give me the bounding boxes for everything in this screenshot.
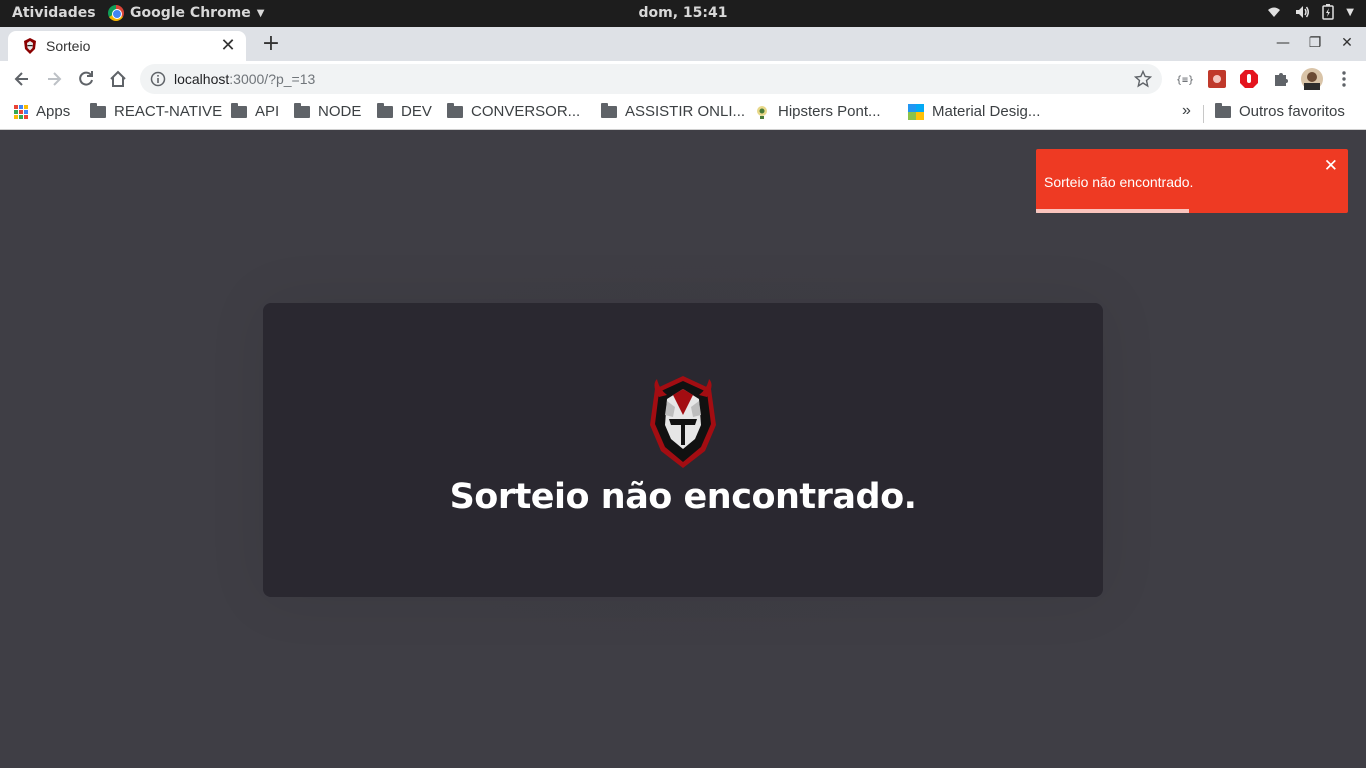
volume-icon <box>1296 6 1310 18</box>
activities-button[interactable]: Atividades <box>12 5 96 21</box>
close-icon[interactable]: ✕ <box>1324 156 1338 176</box>
bookmark-label: Outros favoritos <box>1239 103 1345 120</box>
address-bar[interactable]: localhost:3000/?p_=13 <box>140 64 1162 94</box>
tab-strip: Sorteio ✕ + — ❐ ✕ <box>0 27 1366 61</box>
bookmark-label: Hipsters Pont... <box>778 103 881 120</box>
bookmark-outros-favoritos[interactable]: Outros favoritos <box>1215 103 1345 120</box>
profile-avatar[interactable] <box>1301 68 1323 90</box>
close-tab-icon[interactable]: ✕ <box>220 37 236 55</box>
bookmark-assistir-online[interactable]: ASSISTIR ONLI... <box>601 103 745 120</box>
back-icon[interactable] <box>12 69 32 89</box>
error-toast[interactable]: Sorteio não encontrado. ✕ <box>1036 149 1348 213</box>
bookmark-label: Material Desig... <box>932 103 1041 120</box>
os-top-bar: Atividades Google Chrome ▼ dom, 15:41 ▼ <box>0 0 1366 27</box>
url-text[interactable]: localhost:3000/?p_=13 <box>174 71 315 87</box>
info-icon[interactable] <box>150 71 166 87</box>
adblock-stop-icon[interactable] <box>1239 69 1259 89</box>
folder-icon <box>377 103 393 118</box>
chevron-down-icon: ▼ <box>256 7 265 19</box>
url-path: :3000/?p_=13 <box>229 71 316 87</box>
chevron-down-icon: ▼ <box>1346 6 1354 18</box>
bookmark-label: NODE <box>318 103 362 120</box>
browser-toolbar: localhost:3000/?p_=13 {≡} <box>0 61 1366 97</box>
bookmark-label: API <box>255 103 280 120</box>
home-icon[interactable] <box>108 69 128 89</box>
battery-icon <box>1322 4 1335 20</box>
bookmark-api[interactable]: API <box>231 103 279 120</box>
svg-text:{≡}: {≡} <box>1176 75 1194 86</box>
bookmarks-bar: Apps REACT-NATIVE API NODE DEV CONVERSOR… <box>0 97 1366 130</box>
system-tray[interactable]: ▼ <box>1266 4 1354 20</box>
toast-progress-bar <box>1036 209 1189 213</box>
folder-icon <box>447 103 463 118</box>
chrome-menu-icon[interactable] <box>1334 69 1354 89</box>
bookmark-material-design[interactable]: Material Desig... <box>908 103 1040 120</box>
bookmark-apps[interactable]: Apps <box>14 103 70 120</box>
folder-icon <box>90 103 106 118</box>
folder-icon <box>294 103 310 118</box>
bookmark-dev[interactable]: DEV <box>377 103 432 120</box>
page-content: Sorteio não encontrado. <box>0 131 1366 768</box>
bookmark-label: REACT-NATIVE <box>114 103 223 120</box>
message-card: Sorteio não encontrado. <box>263 303 1103 597</box>
wifi-icon <box>1268 7 1281 17</box>
bookmark-label: CONVERSOR... <box>471 103 581 120</box>
bookmark-label: Apps <box>36 103 71 120</box>
forward-icon[interactable] <box>44 69 64 89</box>
url-host: localhost <box>174 71 230 87</box>
folder-icon <box>601 103 617 118</box>
bookmark-star-icon[interactable] <box>1134 70 1152 88</box>
bookmark-node[interactable]: NODE <box>294 103 361 120</box>
restore-icon[interactable]: ❐ <box>1308 35 1322 51</box>
window-controls: — ❐ ✕ <box>1276 35 1354 51</box>
hipsters-icon <box>757 105 767 119</box>
red-extension-icon[interactable] <box>1207 69 1227 89</box>
tab-sorteio[interactable]: Sorteio ✕ <box>8 31 246 61</box>
knight-favicon-icon <box>24 38 36 54</box>
apps-grid-icon <box>14 104 28 119</box>
json-viewer-extension-icon[interactable]: {≡} <box>1175 69 1195 89</box>
minimize-icon[interactable]: — <box>1276 35 1290 51</box>
folder-icon <box>1215 103 1231 118</box>
folder-icon <box>231 103 247 118</box>
bookmark-label: ASSISTIR ONLI... <box>625 103 746 120</box>
app-menu-label: Google Chrome <box>130 5 251 21</box>
bookmark-label: DEV <box>401 103 432 120</box>
not-found-message: Sorteio não encontrado. <box>449 477 917 517</box>
reload-icon[interactable] <box>76 69 96 89</box>
knight-helmet-logo <box>650 376 716 468</box>
bookmark-hipsters[interactable]: Hipsters Pont... <box>754 103 881 120</box>
toast-message: Sorteio não encontrado. <box>1044 174 1194 190</box>
tab-title: Sorteio <box>46 38 91 54</box>
app-menu[interactable]: Google Chrome ▼ <box>108 5 264 21</box>
bookmarks-separator <box>1203 105 1204 123</box>
bookmark-react-native[interactable]: REACT-NATIVE <box>90 103 222 120</box>
bookmarks-overflow-button[interactable]: » <box>1182 102 1191 120</box>
material-icon <box>908 103 924 120</box>
bookmark-conversor[interactable]: CONVERSOR... <box>447 103 580 120</box>
extensions-puzzle-icon[interactable] <box>1271 69 1291 89</box>
close-window-icon[interactable]: ✕ <box>1340 35 1354 51</box>
new-tab-button[interactable]: + <box>260 33 282 55</box>
chrome-icon <box>108 5 124 21</box>
